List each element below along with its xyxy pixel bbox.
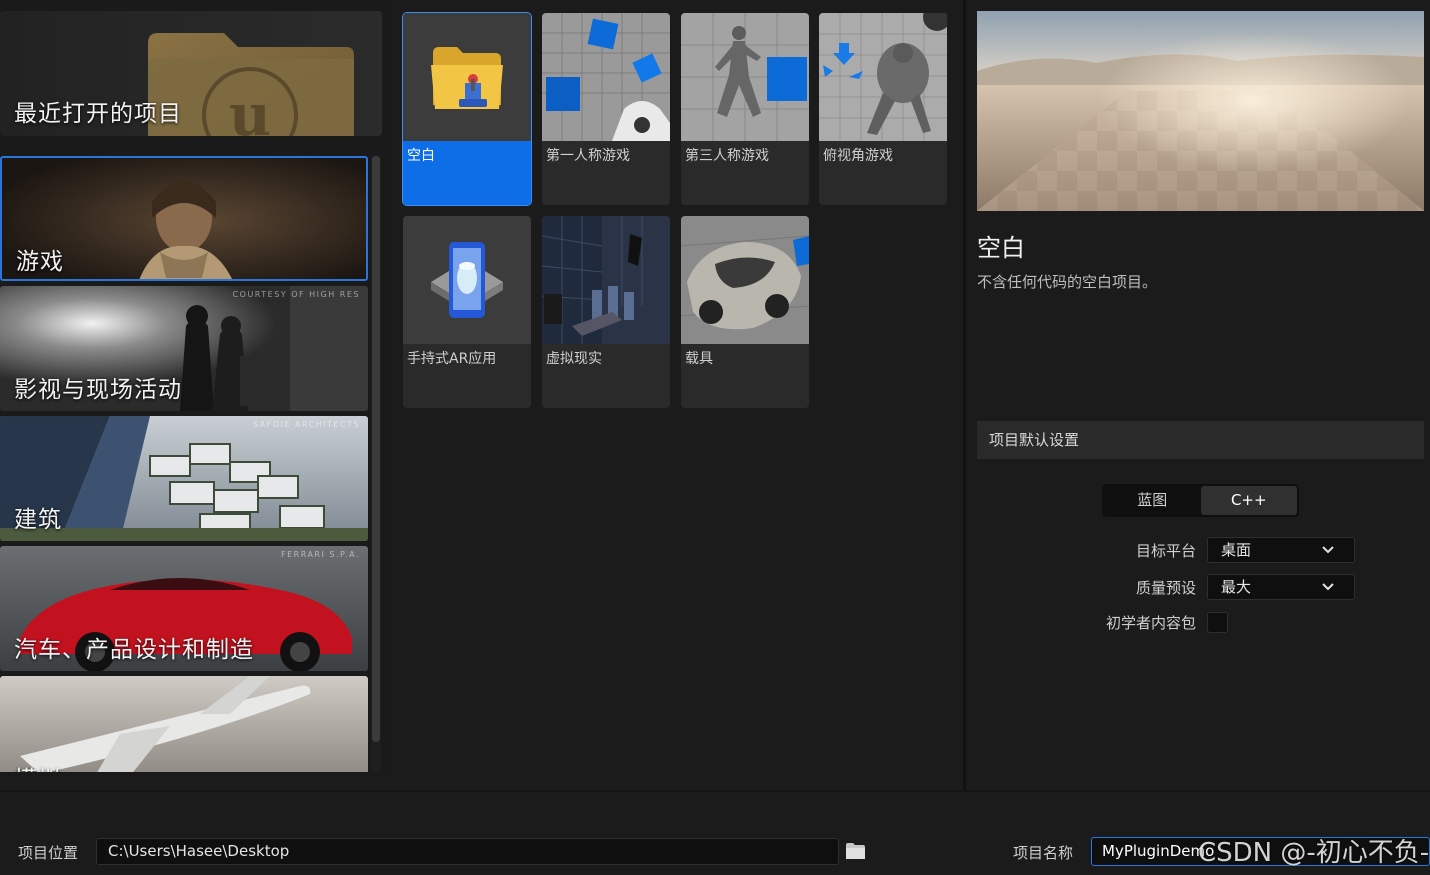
- image-credit: FERRARI S.P.A.: [281, 550, 360, 559]
- category-simulation[interactable]: 模拟: [0, 676, 368, 772]
- template-third-person[interactable]: 第三人称游戏: [681, 13, 809, 205]
- template-label: 载具: [685, 351, 713, 367]
- image-credit: SAFDIE ARCHITECTS: [252, 420, 360, 429]
- target-platform-label: 目标平台: [1135, 542, 1196, 560]
- template-vehicle[interactable]: 载具: [681, 216, 809, 408]
- quality-preset-label: 质量预设: [1135, 579, 1196, 597]
- project-location-input[interactable]: C:\Users\Hasee\Desktop: [96, 838, 839, 865]
- template-first-person[interactable]: 第一人称游戏: [542, 13, 670, 205]
- third-person-icon: [681, 13, 809, 141]
- first-person-icon: [542, 13, 670, 141]
- project-defaults-header[interactable]: 项目默认设置: [977, 421, 1424, 459]
- recent-projects-card[interactable]: u 最近打开的项目: [0, 11, 382, 136]
- category-automotive[interactable]: FERRARI S.P.A. 汽车、产品设计和制造: [0, 546, 368, 671]
- template-label: 空白: [407, 148, 435, 164]
- top-down-icon: [819, 13, 947, 141]
- template-virtual-reality[interactable]: 虚拟现实: [542, 216, 670, 408]
- folder-icon[interactable]: [845, 842, 866, 860]
- handheld-ar-icon: [403, 216, 531, 344]
- folder-controller-icon: [403, 13, 531, 141]
- target-platform-value: 桌面: [1221, 541, 1252, 559]
- project-name-label: 项目名称: [1013, 844, 1074, 862]
- category-label: 影视与现场活动: [14, 377, 182, 403]
- category-label: 汽车、产品设计和制造: [14, 637, 254, 663]
- category-label: 游戏: [16, 249, 64, 275]
- starter-content-label: 初学者内容包: [1105, 614, 1196, 632]
- template-handheld-ar[interactable]: 手持式AR应用: [403, 216, 531, 408]
- vehicle-icon: [681, 216, 809, 344]
- template-label: 手持式AR应用: [407, 351, 497, 367]
- quality-preset-value: 最大: [1221, 578, 1252, 596]
- chevron-down-icon: [1322, 583, 1334, 591]
- image-credit: COURTESY OF HIGH RES: [232, 290, 360, 299]
- category-list: 游戏 COURTESY OF HIGH RES 影视与现场活动 SAFDIE A…: [0, 156, 368, 772]
- category-games[interactable]: 游戏: [0, 156, 368, 281]
- template-top-down[interactable]: 俯视角游戏: [819, 13, 947, 205]
- category-panel: u 最近打开的项目 游戏 COURTESY OF HIGH RES 影视与现场活…: [0, 0, 388, 776]
- template-description: 不含任何代码的空白项目。: [977, 273, 1158, 291]
- blueprint-toggle[interactable]: 蓝图: [1104, 486, 1201, 515]
- category-label: 模拟: [14, 760, 62, 772]
- quality-preset-dropdown[interactable]: 最大: [1207, 574, 1355, 600]
- svg-text:u: u: [229, 81, 271, 136]
- category-architecture[interactable]: SAFDIE ARCHITECTS 建筑: [0, 416, 368, 541]
- template-label: 虚拟现实: [546, 351, 602, 367]
- category-film-live-events[interactable]: COURTESY OF HIGH RES 影视与现场活动: [0, 286, 368, 411]
- category-label: 建筑: [14, 507, 62, 533]
- template-label: 第三人称游戏: [685, 148, 769, 164]
- chevron-down-icon: [1322, 546, 1334, 554]
- recent-projects-label: 最近打开的项目: [14, 101, 182, 127]
- starter-content-checkbox[interactable]: [1207, 612, 1228, 633]
- cpp-toggle[interactable]: C++: [1200, 486, 1297, 515]
- language-toggle: 蓝图 C++: [1102, 484, 1299, 517]
- template-label: 俯视角游戏: [823, 148, 893, 164]
- project-location-label: 项目位置: [18, 844, 79, 862]
- watermark: CSDN @-初心不负-: [1198, 838, 1430, 868]
- template-label: 第一人称游戏: [546, 148, 630, 164]
- simulation-thumbnail: [0, 676, 368, 772]
- template-blank[interactable]: 空白: [402, 12, 532, 206]
- panel-divider: [963, 0, 966, 790]
- template-title: 空白: [977, 234, 1025, 262]
- category-scrollbar-thumb[interactable]: [372, 156, 380, 742]
- vr-icon: [542, 216, 670, 344]
- target-platform-dropdown[interactable]: 桌面: [1207, 537, 1355, 563]
- template-preview-image: [977, 11, 1424, 211]
